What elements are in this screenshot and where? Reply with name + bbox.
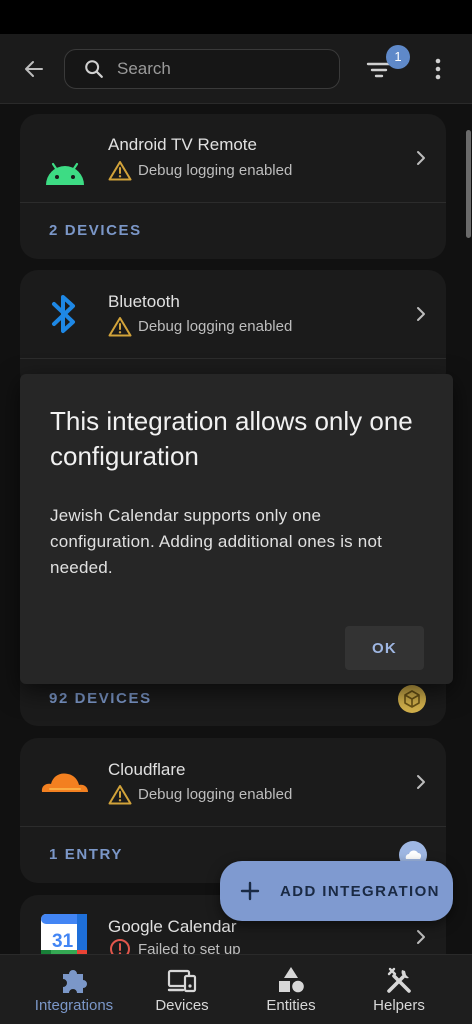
entries-link[interactable]: 1 ENTRY: [49, 846, 123, 863]
search-input[interactable]: [117, 50, 327, 88]
dialog-title: This integration allows only one configu…: [50, 406, 413, 471]
devices-link[interactable]: 2 DEVICES: [49, 222, 142, 239]
status-text: Debug logging enabled: [138, 785, 293, 803]
add-integration-button[interactable]: ADD INTEGRATION: [220, 861, 453, 921]
integration-status: Debug logging enabled: [108, 315, 292, 337]
integration-title: Cloudflare: [108, 760, 186, 779]
nav-label: Integrations: [34, 997, 114, 1014]
arrow-left-icon: [25, 61, 43, 77]
integration-status: Debug logging enabled: [108, 783, 292, 805]
android-logo-icon: [46, 162, 84, 185]
card-divider: [20, 358, 446, 359]
integration-card-bluetooth[interactable]: Bluetooth Debug logging enabled: [20, 270, 446, 390]
nav-item-devices[interactable]: Devices: [123, 955, 241, 1024]
nav-label: Helpers: [373, 997, 425, 1014]
puzzle-icon: [63, 970, 87, 993]
status-text: Debug logging enabled: [138, 317, 293, 335]
dialog-message: Jewish Calendar supports only one config…: [50, 506, 383, 577]
integration-card-android-tv-remote[interactable]: Android TV Remote Debug logging enabled …: [20, 114, 446, 259]
search-icon: [85, 60, 103, 78]
chevron-right-icon: [417, 151, 425, 165]
bottom-navigation: Integrations Devices Entities Helpers: [0, 954, 472, 1024]
nav-item-entities[interactable]: Entities: [232, 955, 350, 1024]
search-box[interactable]: [64, 49, 340, 89]
nav-item-helpers[interactable]: Helpers: [340, 955, 458, 1024]
warning-icon: [108, 784, 132, 804]
chevron-right-icon: [417, 775, 425, 789]
chevron-right-icon: [417, 930, 425, 944]
integration-title: Bluetooth: [108, 292, 180, 311]
calendar-day-text: 31: [52, 931, 74, 952]
more-options-button[interactable]: [426, 54, 450, 84]
nav-item-integrations[interactable]: Integrations: [15, 955, 133, 1024]
filter-count-badge: 1: [386, 45, 410, 69]
add-integration-label: ADD INTEGRATION: [280, 882, 440, 900]
scrollbar-thumb[interactable]: [466, 130, 471, 238]
card-divider: [20, 826, 446, 827]
nav-label: Devices: [155, 997, 209, 1014]
bluetooth-logo-icon: [52, 295, 75, 333]
top-app-bar: 1: [0, 34, 472, 104]
cloudflare-logo-icon: [41, 773, 88, 792]
back-button[interactable]: [18, 54, 50, 84]
devices-link[interactable]: 92 DEVICES: [49, 690, 152, 707]
single-config-dialog: This integration allows only one configu…: [20, 374, 453, 684]
integration-status: Debug logging enabled: [108, 159, 292, 181]
devices-icon: [167, 969, 197, 993]
chevron-right-icon: [417, 307, 425, 321]
shapes-icon: [279, 967, 304, 993]
integration-title: Android TV Remote: [108, 135, 257, 154]
plus-icon: [240, 881, 260, 901]
integration-title: Google Calendar: [108, 917, 237, 936]
tools-icon: [387, 967, 411, 993]
custom-integration-badge-icon: [398, 685, 426, 713]
warning-icon: [108, 160, 132, 180]
ok-button[interactable]: OK: [345, 626, 424, 670]
nav-label: Entities: [266, 997, 316, 1014]
more-vertical-icon: [435, 58, 441, 80]
card-divider: [20, 202, 446, 203]
status-bar: [0, 0, 472, 34]
status-text: Debug logging enabled: [138, 161, 293, 179]
warning-icon: [108, 316, 132, 336]
